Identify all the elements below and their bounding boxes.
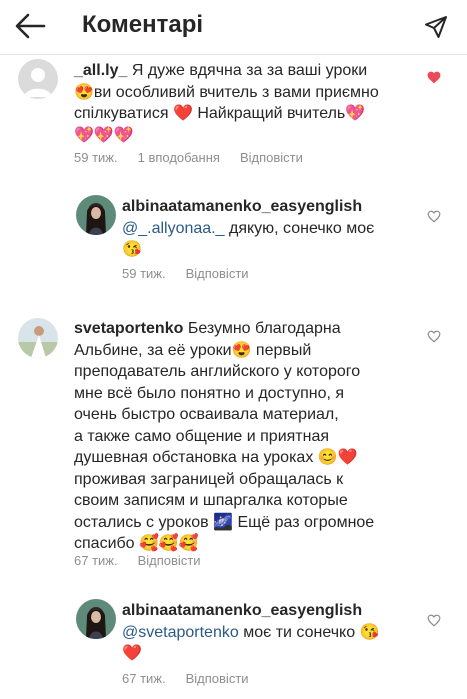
comment-meta: 59 тиж. 1 вподобання Відповісти xyxy=(74,150,303,165)
like-heart-icon[interactable] xyxy=(427,71,441,84)
comment-time: 59 тиж. xyxy=(74,150,118,165)
like-heart-icon[interactable] xyxy=(427,210,441,223)
comment-username[interactable]: _all.ly_ xyxy=(74,62,127,79)
comment-meta: 59 тиж. Відповісти xyxy=(122,266,249,281)
comment-meta: 67 тиж. Відповісти xyxy=(122,671,249,686)
avatar[interactable] xyxy=(18,59,58,99)
reply-button[interactable]: Відповісти xyxy=(240,150,303,165)
back-arrow-icon[interactable] xyxy=(14,12,46,40)
reply-button[interactable]: Відповісти xyxy=(186,671,249,686)
avatar[interactable] xyxy=(18,318,58,358)
avatar[interactable] xyxy=(76,195,116,235)
mention-link[interactable]: @svetaportenko xyxy=(122,624,239,641)
comment-time: 67 тиж. xyxy=(74,553,118,568)
avatar[interactable] xyxy=(76,599,116,639)
like-heart-icon[interactable] xyxy=(427,614,441,627)
comment-text: albinaatamanenko_easyenglish @_.allyonaa… xyxy=(122,198,375,258)
comment-meta: 67 тиж. Відповісти xyxy=(74,553,201,568)
comment-username[interactable]: albinaatamanenko_easyenglish xyxy=(122,198,362,215)
page-title: Коментарі xyxy=(82,11,204,38)
comment-time: 59 тиж. xyxy=(122,266,166,281)
header-divider xyxy=(0,54,467,55)
likes-count[interactable]: 1 вподобання xyxy=(138,150,220,165)
comment-username[interactable]: albinaatamanenko_easyenglish xyxy=(122,602,362,619)
comment-text: svetaportenko Безумно благодарна Альбине… xyxy=(74,320,375,552)
top-bar: Коментарі xyxy=(0,0,467,52)
comment-time: 67 тиж. xyxy=(122,671,166,686)
mention-link[interactable]: @_.allyonaa._ xyxy=(122,220,225,237)
comment-text: _all.ly_ Я дуже вдячна за за ваші уроки … xyxy=(74,62,379,144)
comment-text: albinaatamanenko_easyenglish @svetaporte… xyxy=(122,602,380,662)
comment-username[interactable]: svetaportenko xyxy=(74,320,183,337)
like-heart-icon[interactable] xyxy=(427,330,441,343)
reply-button[interactable]: Відповісти xyxy=(186,266,249,281)
send-icon[interactable] xyxy=(424,15,448,39)
reply-button[interactable]: Відповісти xyxy=(138,553,201,568)
